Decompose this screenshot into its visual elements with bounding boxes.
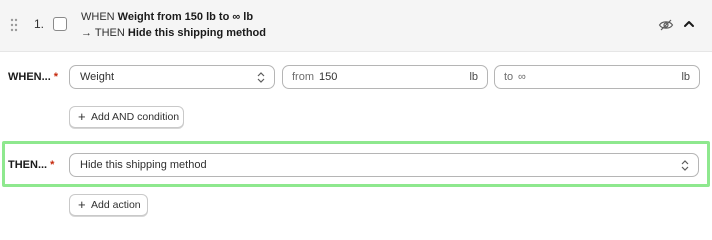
from-value: 150 [319,71,338,83]
when-label-text: WHEN... [8,71,51,83]
required-mark: * [53,71,59,83]
rule-index: 1. [34,17,45,31]
to-unit: lb [681,71,690,83]
summary-when-condition: Weight from 150 lb to ∞ lb [117,11,254,23]
summary-when-prefix: WHEN [81,11,115,23]
condition-field-value: Weight [80,71,115,83]
then-label-text: THEN... [8,159,48,171]
chevron-up-icon[interactable] [680,15,698,33]
to-value: ∞ [518,71,526,83]
add-action-label: Add action [91,199,141,211]
to-prefix: to [504,71,514,83]
required-mark: * [50,159,55,171]
add-and-condition-button[interactable]: + Add AND condition [69,106,184,128]
rule-checkbox[interactable] [53,17,67,31]
select-chevrons-icon [256,71,266,84]
add-action-button[interactable]: + Add action [69,194,148,216]
rule-summary-then: → THEN Hide this shipping method [81,27,266,39]
add-and-condition-label: Add AND condition [91,111,180,123]
plus-icon: + [78,109,86,124]
action-select-value: Hide this shipping method [80,159,207,171]
to-value-input[interactable]: to ∞ lb [494,65,700,89]
rule-summary-when: WHEN Weight from 150 lb to ∞ lb [81,11,253,23]
when-label: WHEN... * [8,71,58,83]
action-select[interactable]: Hide this shipping method [69,153,699,177]
plus-icon: + [78,197,86,212]
drag-handle-icon[interactable] [10,18,18,32]
summary-then-action: Hide this shipping method [127,27,266,39]
eye-off-icon[interactable] [658,17,674,33]
rule-header[interactable]: 1. WHEN Weight from 150 lb to ∞ lb → THE… [0,0,712,52]
then-label: THEN... * [8,159,54,171]
from-value-input[interactable]: from 150 lb [282,65,488,89]
from-unit: lb [469,71,478,83]
condition-field-select[interactable]: Weight [69,65,275,89]
select-chevrons-icon [680,159,690,172]
summary-then-prefix: → THEN [81,27,125,39]
from-prefix: from [292,71,314,83]
